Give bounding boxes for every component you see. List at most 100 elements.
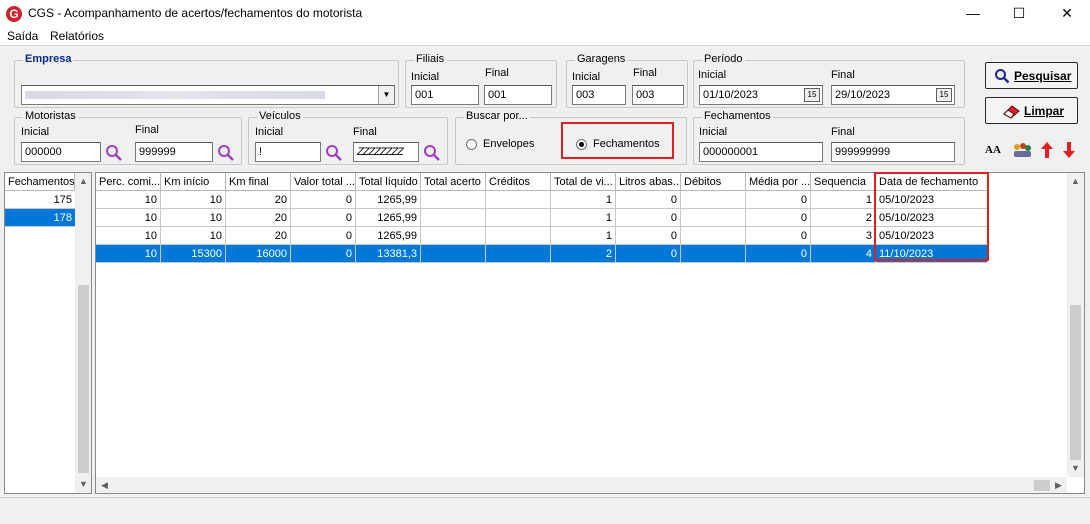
scroll-up-arrow-icon[interactable]: ▲ [75, 173, 91, 190]
garagens-inicial-input[interactable]: 003 [572, 85, 626, 105]
column-header[interactable]: Débitos [681, 173, 746, 191]
table-cell[interactable]: 0 [746, 227, 811, 245]
pesquisar-button[interactable]: Pesquisar [985, 62, 1078, 89]
main-vertical-scrollbar[interactable]: ▲ ▼ [1067, 173, 1084, 477]
maximize-button[interactable]: ☐ [996, 0, 1042, 27]
veiculos-final-input[interactable]: ZZZZZZZZ [353, 142, 419, 162]
column-header[interactable]: Km início [161, 173, 226, 191]
table-cell[interactable]: 10 [161, 191, 226, 209]
search-icon[interactable] [217, 144, 235, 162]
table-cell[interactable]: 20 [226, 191, 291, 209]
column-header[interactable]: Sequencia [811, 173, 876, 191]
left-vertical-scrollbar[interactable]: ▲ ▼ [75, 173, 91, 493]
table-cell[interactable] [421, 227, 486, 245]
table-cell[interactable] [486, 191, 551, 209]
table-cell[interactable]: 1 [551, 191, 616, 209]
table-cell[interactable]: 10 [96, 191, 161, 209]
scroll-right-arrow-icon[interactable]: ▶ [1050, 477, 1067, 493]
envelopes-label[interactable]: Envelopes [483, 138, 534, 150]
table-cell[interactable]: 0 [746, 245, 811, 263]
column-header[interactable]: Média por ... [746, 173, 811, 191]
table-cell[interactable]: 13381,3 [356, 245, 421, 263]
table-cell[interactable]: 10 [161, 209, 226, 227]
scroll-thumb[interactable] [1070, 305, 1081, 460]
table-cell[interactable] [421, 191, 486, 209]
search-icon[interactable] [325, 144, 343, 162]
table-cell[interactable]: 10 [161, 227, 226, 245]
calendar-icon[interactable]: 15 [936, 88, 952, 102]
table-cell[interactable]: 0 [291, 227, 356, 245]
scroll-left-arrow-icon[interactable]: ◀ [96, 477, 113, 493]
table-cell[interactable]: 4 [811, 245, 876, 263]
table-cell[interactable]: 20 [226, 209, 291, 227]
table-cell[interactable]: 10 [96, 227, 161, 245]
people-icon[interactable] [1011, 142, 1033, 158]
table-cell[interactable]: 1265,99 [356, 191, 421, 209]
minimize-button[interactable]: — [950, 0, 996, 27]
table-cell[interactable] [681, 245, 746, 263]
table-cell[interactable]: 1265,99 [356, 209, 421, 227]
main-horizontal-scrollbar[interactable]: ◀ ▶ [96, 477, 1067, 493]
veiculos-inicial-input[interactable]: ! [255, 142, 321, 162]
table-cell[interactable]: 0 [746, 191, 811, 209]
search-icon[interactable] [105, 144, 123, 162]
arrow-down-icon[interactable] [1063, 142, 1075, 158]
table-cell[interactable]: 16000 [226, 245, 291, 263]
arrow-up-icon[interactable] [1041, 142, 1053, 158]
table-cell[interactable]: 1 [551, 227, 616, 245]
list-item[interactable]: 175 [5, 191, 75, 209]
table-cell[interactable]: 2 [811, 209, 876, 227]
column-header[interactable]: Km final [226, 173, 291, 191]
column-header[interactable]: Total acerto [421, 173, 486, 191]
column-header[interactable]: Total de vi... [551, 173, 616, 191]
table-cell[interactable] [421, 245, 486, 263]
list-item[interactable]: 178 [5, 209, 75, 227]
table-cell[interactable]: 10 [96, 245, 161, 263]
table-cell[interactable]: 1 [811, 191, 876, 209]
filiais-final-input[interactable]: 001 [484, 85, 552, 105]
column-header[interactable]: Litros abas... [616, 173, 681, 191]
table-cell[interactable]: 3 [811, 227, 876, 245]
periodo-final-input[interactable]: 29/10/2023 15 [831, 85, 955, 105]
table-cell[interactable]: 0 [291, 191, 356, 209]
scroll-thumb[interactable] [1034, 480, 1050, 491]
table-cell[interactable]: 1 [551, 209, 616, 227]
table-cell[interactable]: 15300 [161, 245, 226, 263]
search-icon[interactable] [423, 144, 441, 162]
table-cell[interactable]: 0 [616, 191, 681, 209]
table-cell[interactable] [486, 245, 551, 263]
font-size-icon[interactable]: AA [985, 144, 1001, 156]
motoristas-final-input[interactable]: 999999 [135, 142, 213, 162]
fechamentos-final-input[interactable]: 999999999 [831, 142, 955, 162]
motoristas-inicial-input[interactable]: 000000 [21, 142, 101, 162]
table-cell[interactable] [681, 227, 746, 245]
table-cell[interactable]: 1265,99 [356, 227, 421, 245]
radio-envelopes[interactable] [466, 139, 477, 150]
table-cell[interactable] [486, 209, 551, 227]
periodo-inicial-input[interactable]: 01/10/2023 15 [699, 85, 823, 105]
scroll-down-arrow-icon[interactable]: ▼ [75, 476, 91, 493]
column-header[interactable]: Créditos [486, 173, 551, 191]
filiais-inicial-input[interactable]: 001 [411, 85, 479, 105]
table-cell[interactable] [421, 209, 486, 227]
table-cell[interactable]: 2 [551, 245, 616, 263]
scroll-up-arrow-icon[interactable]: ▲ [1067, 173, 1084, 190]
table-cell[interactable]: 0 [616, 245, 681, 263]
table-cell[interactable]: 0 [291, 209, 356, 227]
table-cell[interactable]: 0 [616, 209, 681, 227]
table-cell[interactable]: 0 [746, 209, 811, 227]
menu-relatorios[interactable]: Relatórios [50, 29, 104, 43]
table-cell[interactable] [681, 209, 746, 227]
table-cell[interactable]: 10 [96, 209, 161, 227]
menu-saida[interactable]: Saída [7, 29, 38, 43]
table-cell[interactable]: 20 [226, 227, 291, 245]
fechamentos-inicial-input[interactable]: 000000001 [699, 142, 823, 162]
calendar-icon[interactable]: 15 [804, 88, 820, 102]
chevron-down-icon[interactable]: ▼ [378, 86, 394, 104]
table-cell[interactable] [681, 191, 746, 209]
table-cell[interactable] [486, 227, 551, 245]
column-header[interactable]: Total líquido [356, 173, 421, 191]
scroll-thumb[interactable] [78, 285, 89, 473]
fechamentos-column-header[interactable]: Fechamentos [5, 173, 75, 191]
table-cell[interactable]: 0 [616, 227, 681, 245]
